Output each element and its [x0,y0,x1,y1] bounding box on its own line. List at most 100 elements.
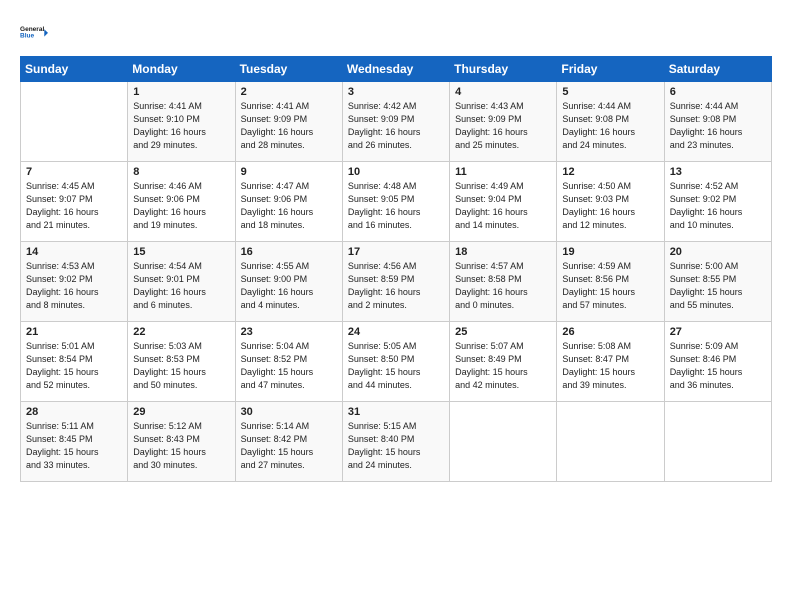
day-info: Sunrise: 5:07 AM Sunset: 8:49 PM Dayligh… [455,340,551,392]
calendar-cell: 31 Sunrise: 5:15 AM Sunset: 8:40 PM Dayli… [342,402,449,482]
day-number: 11 [455,166,551,178]
day-info: Sunrise: 4:47 AM Sunset: 9:06 PM Dayligh… [241,180,337,232]
calendar-cell: 23Sunrise: 5:04 AM Sunset: 8:52 PM Dayli… [235,322,342,402]
calendar-cell: 5 Sunrise: 4:44 AM Sunset: 9:08 PM Daylig… [557,82,664,162]
calendar-cell: 6Sunrise: 4:44 AM Sunset: 9:08 PM Daylig… [664,82,771,162]
day-info: Sunrise: 4:54 AM Sunset: 9:01 PM Dayligh… [133,260,229,312]
day-number: 18 [455,246,551,258]
calendar-table: SundayMondayTuesdayWednesdayThursdayFrid… [20,56,772,482]
calendar-cell [450,402,557,482]
day-number: 20 [670,246,766,258]
weekday-header-friday: Friday [557,57,664,82]
calendar-cell: 2 Sunrise: 4:41 AM Sunset: 9:09 PM Daylig… [235,82,342,162]
day-info: Sunrise: 5:04 AM Sunset: 8:52 PM Dayligh… [241,340,337,392]
calendar-cell: 12 Sunrise: 4:50 AM Sunset: 9:03 PM Dayli… [557,162,664,242]
calendar-cell: 22Sunrise: 5:03 AM Sunset: 8:53 PM Dayli… [128,322,235,402]
day-number: 19 [562,246,658,258]
day-info: Sunrise: 5:08 AM Sunset: 8:47 PM Dayligh… [562,340,658,392]
calendar-cell: 9 Sunrise: 4:47 AM Sunset: 9:06 PM Daylig… [235,162,342,242]
day-number: 15 [133,246,229,258]
calendar-cell: 11 Sunrise: 4:49 AM Sunset: 9:04 PM Dayli… [450,162,557,242]
calendar-cell: 30 Sunrise: 5:14 AM Sunset: 8:42 PM Dayli… [235,402,342,482]
calendar-cell: 16Sunrise: 4:55 AM Sunset: 9:00 PM Dayli… [235,242,342,322]
calendar-cell: 27Sunrise: 5:09 AM Sunset: 8:46 PM Dayli… [664,322,771,402]
calendar-cell: 24 Sunrise: 5:05 AM Sunset: 8:50 PM Dayli… [342,322,449,402]
day-info: Sunrise: 5:14 AM Sunset: 8:42 PM Dayligh… [241,420,337,472]
day-number: 2 [241,86,337,98]
calendar-cell: 13 Sunrise: 4:52 AM Sunset: 9:02 PM Dayli… [664,162,771,242]
calendar-cell: 29 Sunrise: 5:12 AM Sunset: 8:43 PM Dayli… [128,402,235,482]
calendar-cell: 26 Sunrise: 5:08 AM Sunset: 8:47 PM Dayli… [557,322,664,402]
day-info: Sunrise: 5:00 AM Sunset: 8:55 PM Dayligh… [670,260,766,312]
day-info: Sunrise: 4:44 AM Sunset: 9:08 PM Dayligh… [562,100,658,152]
calendar-cell: 4Sunrise: 4:43 AM Sunset: 9:09 PM Daylig… [450,82,557,162]
day-info: Sunrise: 4:55 AM Sunset: 9:00 PM Dayligh… [241,260,337,312]
day-number: 25 [455,326,551,338]
day-number: 1 [133,86,229,98]
logo: GeneralBlue [20,18,48,46]
calendar-cell: 28 Sunrise: 5:11 AM Sunset: 8:45 PM Dayli… [21,402,128,482]
day-info: Sunrise: 4:49 AM Sunset: 9:04 PM Dayligh… [455,180,551,232]
day-info: Sunrise: 4:41 AM Sunset: 9:10 PM Dayligh… [133,100,229,152]
calendar-cell: 3 Sunrise: 4:42 AM Sunset: 9:09 PM Daylig… [342,82,449,162]
calendar-cell [664,402,771,482]
day-number: 6 [670,86,766,98]
weekday-header-saturday: Saturday [664,57,771,82]
day-number: 3 [348,86,444,98]
svg-text:General: General [20,26,44,33]
day-info: Sunrise: 5:12 AM Sunset: 8:43 PM Dayligh… [133,420,229,472]
calendar-cell: 19 Sunrise: 4:59 AM Sunset: 8:56 PM Dayli… [557,242,664,322]
day-info: Sunrise: 5:15 AM Sunset: 8:40 PM Dayligh… [348,420,444,472]
calendar-cell: 25 Sunrise: 5:07 AM Sunset: 8:49 PM Dayli… [450,322,557,402]
weekday-header-thursday: Thursday [450,57,557,82]
day-number: 30 [241,406,337,418]
weekday-header-sunday: Sunday [21,57,128,82]
day-number: 17 [348,246,444,258]
day-info: Sunrise: 4:59 AM Sunset: 8:56 PM Dayligh… [562,260,658,312]
day-number: 26 [562,326,658,338]
day-number: 9 [241,166,337,178]
day-number: 24 [348,326,444,338]
day-info: Sunrise: 5:11 AM Sunset: 8:45 PM Dayligh… [26,420,122,472]
day-info: Sunrise: 5:05 AM Sunset: 8:50 PM Dayligh… [348,340,444,392]
calendar-cell [21,82,128,162]
day-info: Sunrise: 5:01 AM Sunset: 8:54 PM Dayligh… [26,340,122,392]
calendar-cell: 14Sunrise: 4:53 AM Sunset: 9:02 PM Dayli… [21,242,128,322]
calendar-cell: 17 Sunrise: 4:56 AM Sunset: 8:59 PM Dayli… [342,242,449,322]
day-number: 31 [348,406,444,418]
weekday-header-wednesday: Wednesday [342,57,449,82]
calendar-cell: 1 Sunrise: 4:41 AM Sunset: 9:10 PM Daylig… [128,82,235,162]
day-number: 12 [562,166,658,178]
day-info: Sunrise: 4:52 AM Sunset: 9:02 PM Dayligh… [670,180,766,232]
svg-text:Blue: Blue [20,33,34,40]
calendar-cell: 10Sunrise: 4:48 AM Sunset: 9:05 PM Dayli… [342,162,449,242]
day-number: 28 [26,406,122,418]
page: GeneralBlue SundayMondayTuesdayWednesday… [0,0,792,492]
day-info: Sunrise: 4:50 AM Sunset: 9:03 PM Dayligh… [562,180,658,232]
calendar-cell: 21 Sunrise: 5:01 AM Sunset: 8:54 PM Dayli… [21,322,128,402]
header: GeneralBlue [20,18,772,46]
calendar-cell: 20 Sunrise: 5:00 AM Sunset: 8:55 PM Dayli… [664,242,771,322]
day-number: 13 [670,166,766,178]
calendar-cell: 8 Sunrise: 4:46 AM Sunset: 9:06 PM Daylig… [128,162,235,242]
day-info: Sunrise: 4:46 AM Sunset: 9:06 PM Dayligh… [133,180,229,232]
calendar-cell: 18 Sunrise: 4:57 AM Sunset: 8:58 PM Dayli… [450,242,557,322]
calendar-cell: 7 Sunrise: 4:45 AM Sunset: 9:07 PM Daylig… [21,162,128,242]
day-info: Sunrise: 4:45 AM Sunset: 9:07 PM Dayligh… [26,180,122,232]
day-info: Sunrise: 4:41 AM Sunset: 9:09 PM Dayligh… [241,100,337,152]
day-number: 14 [26,246,122,258]
logo-icon: GeneralBlue [20,18,48,46]
day-number: 29 [133,406,229,418]
day-number: 7 [26,166,122,178]
day-number: 5 [562,86,658,98]
day-info: Sunrise: 4:56 AM Sunset: 8:59 PM Dayligh… [348,260,444,312]
day-info: Sunrise: 5:09 AM Sunset: 8:46 PM Dayligh… [670,340,766,392]
day-info: Sunrise: 4:42 AM Sunset: 9:09 PM Dayligh… [348,100,444,152]
day-info: Sunrise: 4:48 AM Sunset: 9:05 PM Dayligh… [348,180,444,232]
calendar-cell: 15 Sunrise: 4:54 AM Sunset: 9:01 PM Dayli… [128,242,235,322]
day-number: 21 [26,326,122,338]
day-info: Sunrise: 5:03 AM Sunset: 8:53 PM Dayligh… [133,340,229,392]
day-number: 8 [133,166,229,178]
calendar-cell [557,402,664,482]
day-info: Sunrise: 4:57 AM Sunset: 8:58 PM Dayligh… [455,260,551,312]
